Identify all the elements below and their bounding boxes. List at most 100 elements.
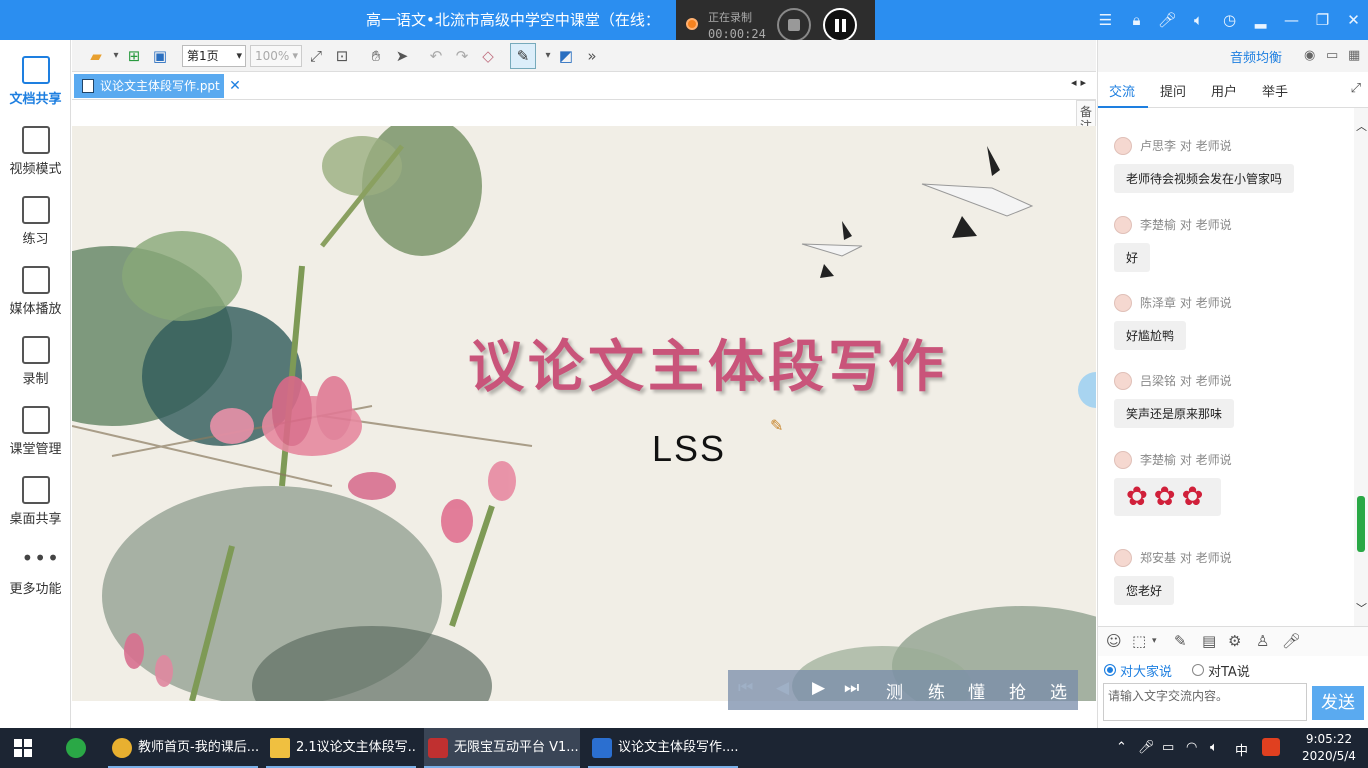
expand-icon[interactable]: ⤢ xyxy=(1351,81,1361,96)
camera-icon[interactable]: ◉ xyxy=(1304,48,1315,63)
first-slide-icon[interactable]: ⏮ xyxy=(738,678,753,698)
restore-button[interactable]: ❐ xyxy=(1307,11,1338,29)
tray-ime[interactable]: 中 xyxy=(1235,740,1248,759)
fullscreen-icon[interactable]: ⤢ xyxy=(306,46,326,66)
pause-recording-button[interactable] xyxy=(823,8,857,42)
eraser-icon[interactable]: ◇ xyxy=(478,46,498,66)
microphone-icon[interactable]: 🎤︎ xyxy=(1152,11,1183,29)
hand-tool-icon[interactable]: ✋︎ xyxy=(366,46,386,66)
tray-network-icon[interactable]: ▭ xyxy=(1162,740,1174,755)
redo-icon[interactable]: ↷ xyxy=(452,46,472,66)
slide-playbar: ⏮ ◀ ▶ ⏭ 测 练 懂 抢 选 xyxy=(728,670,1078,710)
edit-icon[interactable]: ✎ xyxy=(1174,632,1187,650)
menu-icon[interactable]: ☰ xyxy=(1090,11,1121,29)
close-tab-button[interactable]: ✕ xyxy=(224,74,246,98)
fit-page-icon[interactable]: ⊡ xyxy=(332,46,352,66)
taskbar-app-document[interactable]: 议论文主体段写作.... xyxy=(588,728,738,768)
sidebar-item-class-management[interactable]: 课堂管理 xyxy=(0,406,71,476)
clock-icon[interactable]: ◷ xyxy=(1214,11,1245,29)
close-button[interactable]: ✕ xyxy=(1338,11,1368,29)
emoji-icon[interactable]: ☺ xyxy=(1106,632,1122,650)
sidebar-item-desktop-share[interactable]: 桌面共享 xyxy=(0,476,71,546)
undo-icon[interactable]: ↶ xyxy=(426,46,446,66)
avatar xyxy=(1114,216,1132,234)
tab-users[interactable]: 用户 xyxy=(1211,81,1237,100)
tab-chat[interactable]: 交流 xyxy=(1109,81,1135,100)
sidebar-item-document-share[interactable]: 文档共享 xyxy=(0,56,71,126)
tab-questions[interactable]: 提问 xyxy=(1160,81,1186,100)
scroll-down-icon[interactable]: ﹀ xyxy=(1356,600,1367,616)
scroll-up-icon[interactable]: ︿ xyxy=(1356,118,1367,134)
next-slide-icon[interactable]: ⏭ xyxy=(844,678,859,698)
chat-input[interactable]: 请输入文字交流内容。 xyxy=(1103,683,1307,721)
radio-say-to-ta[interactable]: 对TA说 xyxy=(1192,661,1250,680)
start-button[interactable] xyxy=(14,739,32,757)
taskbar-app-folder[interactable]: 2.1议论文主体段写... xyxy=(266,728,416,768)
slide-canvas[interactable]: 议论文主体段写作 LSS ✎ xyxy=(72,126,1096,701)
practice-button[interactable]: 练 xyxy=(928,678,945,703)
tray-expand-icon[interactable]: ⌃ xyxy=(1116,740,1127,755)
sidebar-item-more[interactable]: ••• 更多功能 xyxy=(0,546,71,616)
open-folder-icon[interactable]: ▰ xyxy=(86,46,106,66)
sidebar-item-media-play[interactable]: 媒体播放 xyxy=(0,266,71,336)
microphone-icon[interactable]: 🎤︎ xyxy=(1282,632,1301,650)
tab-raise-hand[interactable]: 举手 xyxy=(1262,81,1288,100)
window-title: 高一语文•北流市高级中学空中课堂（在线： xyxy=(366,11,660,29)
sidebar-item-video-mode[interactable]: 视频模式 xyxy=(0,126,71,196)
screen-icon[interactable]: ▭ xyxy=(1326,48,1338,63)
quiz-button[interactable]: 测 xyxy=(886,678,903,703)
new-page-icon[interactable]: ⊞ xyxy=(124,46,144,66)
taskbar-app-wuxianbao[interactable]: 无限宝互动平台 V1... xyxy=(424,728,580,768)
page-select[interactable]: 第1页 xyxy=(182,45,246,67)
tab-scroll-arrows[interactable]: ◂▸ xyxy=(1071,76,1090,89)
signal-icon[interactable]: ▂ xyxy=(1245,11,1276,29)
save-icon[interactable]: ▣ xyxy=(150,46,170,66)
zoom-select[interactable]: 100% xyxy=(250,45,302,67)
insert-image-icon[interactable]: ◩ xyxy=(556,46,576,66)
right-panel: 音频均衡 ◉ ▭ ▦ 交流 提问 用户 举手 ⤢ 卢思李 对 老师说 老师待会视… xyxy=(1097,40,1368,728)
more-tools-icon[interactable]: » xyxy=(582,46,602,66)
recording-time: 00:00:24 xyxy=(708,27,766,41)
screenshot-icon[interactable]: ⬚ xyxy=(1132,632,1146,650)
document-tab[interactable]: 议论文主体段写作.ppt ✕ xyxy=(74,74,246,98)
chat-message: 卢思李 对 老师说 老师待会视频会发在小管家吗 xyxy=(1114,136,1354,193)
understand-button[interactable]: 懂 xyxy=(968,678,985,703)
sidebar-item-exercise[interactable]: 练习 xyxy=(0,196,71,266)
tray-sogou-icon[interactable] xyxy=(1262,738,1280,756)
record-icon xyxy=(21,336,50,364)
previous-slide-icon[interactable]: ◀ xyxy=(776,678,789,698)
minimize-button[interactable]: — xyxy=(1276,11,1307,29)
tray-wifi-icon[interactable]: ◠ xyxy=(1186,740,1197,755)
audio-equalizer-link[interactable]: 音频均衡 xyxy=(1230,47,1282,66)
chat-message: 李楚榆 对 老师说 好 xyxy=(1114,215,1354,272)
taskbar-app-chrome[interactable]: 教师首页-我的课后... xyxy=(108,728,258,768)
document-share-icon xyxy=(21,56,50,84)
select-student-button[interactable]: 选 xyxy=(1050,678,1067,703)
tray-volume-icon[interactable]: 🔈︎ xyxy=(1210,740,1218,755)
pen-dropdown-icon[interactable]: ▾ xyxy=(538,46,558,66)
user-icon[interactable]: ♙ xyxy=(1256,632,1269,650)
sidebar-item-record[interactable]: 录制 xyxy=(0,336,71,406)
taskbar-clock[interactable]: 9:05:22 2020/5/4 xyxy=(1298,731,1360,765)
layout-icon[interactable]: ▦ xyxy=(1348,48,1360,63)
lock-icon[interactable]: 🔒︎ xyxy=(1121,11,1152,29)
pen-tool-button[interactable]: ✎ xyxy=(510,43,536,69)
pointer-tool-icon[interactable]: ➤ xyxy=(392,46,412,66)
settings-icon[interactable]: ⚙ xyxy=(1228,632,1241,650)
stop-recording-button[interactable] xyxy=(777,8,811,42)
screenshot-dropdown-icon[interactable]: ▾ xyxy=(1152,636,1157,646)
refresh-app-button[interactable] xyxy=(62,728,92,768)
tray-microphone-icon[interactable]: 🎤︎ xyxy=(1138,740,1155,755)
radio-say-to-all[interactable]: 对大家说 xyxy=(1104,661,1172,680)
windows-taskbar: 教师首页-我的课后... 2.1议论文主体段写... 无限宝互动平台 V1...… xyxy=(0,728,1368,768)
message-bubble: 笑声还是原来那味 xyxy=(1114,399,1235,428)
scroll-thumb[interactable] xyxy=(1357,496,1365,552)
dropdown-arrow-icon[interactable]: ▾ xyxy=(106,46,126,66)
play-icon[interactable]: ▶ xyxy=(812,678,825,698)
rush-answer-button[interactable]: 抢 xyxy=(1009,678,1026,703)
pen-cursor-icon: ✎ xyxy=(770,416,784,435)
send-button[interactable]: 发送 xyxy=(1312,686,1364,720)
speaker-icon[interactable]: 🔈︎ xyxy=(1183,11,1214,29)
chat-scrollbar[interactable]: ︿ ﹀ xyxy=(1354,108,1368,626)
file-icon[interactable]: ▤ xyxy=(1202,632,1216,650)
